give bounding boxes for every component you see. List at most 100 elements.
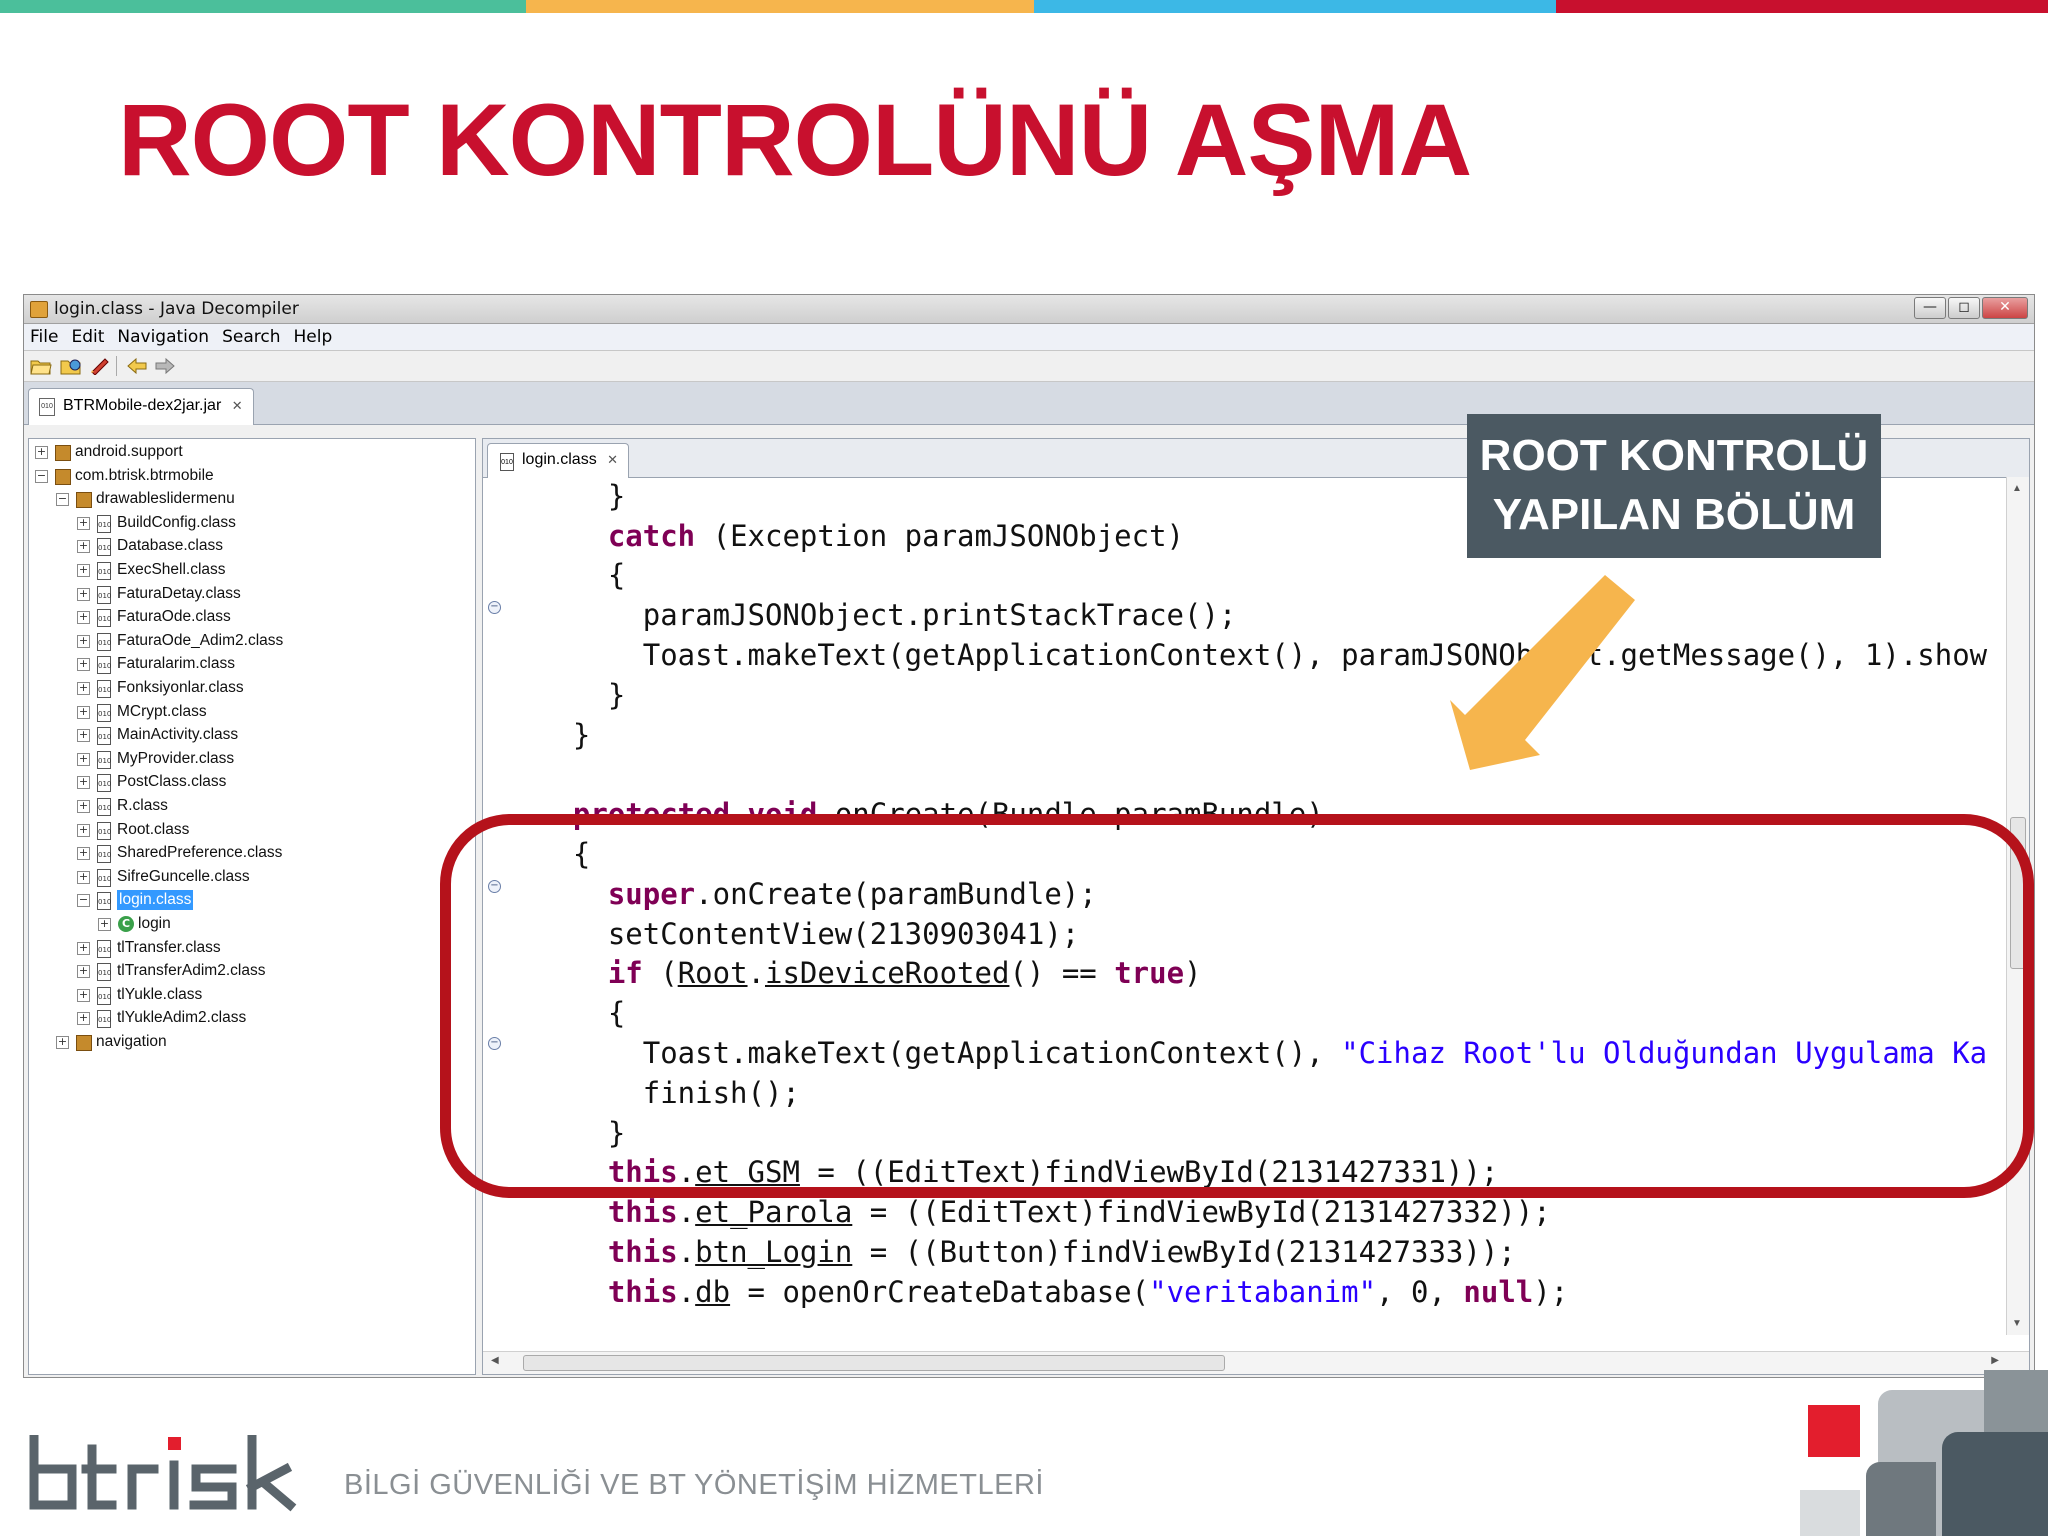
tree-item[interactable]: +010 SharedPreference.class <box>77 843 469 864</box>
back-arrow-icon[interactable] <box>126 357 148 375</box>
deco-square-red <box>1808 1405 1860 1457</box>
expand-icon[interactable]: + <box>98 918 111 931</box>
archive-tab-close-icon[interactable]: ✕ <box>232 398 243 413</box>
tree-item[interactable]: −010 login.class <box>77 890 469 911</box>
expand-icon[interactable]: + <box>77 587 90 601</box>
menu-file[interactable]: File <box>24 324 65 350</box>
fold-marker-icon[interactable]: − <box>488 601 501 614</box>
tree-item-label: PostClass.class <box>117 773 227 791</box>
window-titlebar: login.class - Java Decompiler — ◻ ✕ <box>24 295 2034 324</box>
tree-item[interactable]: +010 tlYukleAdim2.class <box>77 1008 469 1029</box>
tree-item[interactable]: + navigation <box>56 1032 469 1052</box>
archive-tab[interactable]: 010 BTRMobile-dex2jar.jar ✕ <box>28 388 254 425</box>
callout-line-2: YAPILAN BÖLÜM <box>1492 490 1856 539</box>
expand-icon[interactable]: + <box>77 823 90 837</box>
package-tree[interactable]: + android.support − com.btrisk.btrmobile − dr… <box>28 438 476 1375</box>
expand-icon[interactable]: + <box>77 516 90 530</box>
expand-icon[interactable]: + <box>77 800 90 813</box>
expand-icon[interactable]: + <box>77 682 90 695</box>
expand-icon[interactable]: + <box>77 705 90 719</box>
tree-item[interactable]: +010 MainActivity.class <box>77 725 469 746</box>
class-file-icon: 010 <box>97 821 111 840</box>
minimize-button[interactable]: — <box>1914 297 1946 319</box>
expand-icon[interactable]: + <box>77 729 90 743</box>
rocket-icon[interactable] <box>88 357 110 375</box>
forward-arrow-icon[interactable] <box>154 357 176 375</box>
tree-item[interactable]: +010 MCrypt.class <box>77 702 469 722</box>
close-button[interactable]: ✕ <box>1982 297 2028 319</box>
maximize-button[interactable]: ◻ <box>1948 297 1980 319</box>
editor-tab-login-class[interactable]: 010 login.class ✕ <box>487 443 630 478</box>
tree-item[interactable]: +010 tlTransferAdim2.class <box>77 961 469 982</box>
menu-help[interactable]: Help <box>287 324 339 350</box>
scroll-down-icon[interactable]: ▼ <box>2012 1318 2022 1329</box>
class-file-icon: 010 <box>97 892 111 911</box>
expand-icon[interactable]: + <box>77 634 90 648</box>
open-type-icon[interactable] <box>60 357 82 375</box>
expand-icon[interactable]: + <box>77 870 90 884</box>
menu-navigation[interactable]: Navigation <box>111 324 216 350</box>
deco-square-pale <box>1800 1490 1860 1536</box>
collapse-icon[interactable]: − <box>35 469 48 483</box>
stripe-green <box>0 0 526 13</box>
code-line: paramJSONObject.printStackTrace(); <box>538 596 1237 634</box>
class-file-icon: 010 <box>97 656 111 675</box>
code-line: this.btn_Login = ((Button)findViewById(2… <box>538 1233 1516 1271</box>
tree-item[interactable]: +010 tlYukle.class <box>77 985 469 1005</box>
collapse-icon[interactable]: − <box>77 894 90 908</box>
tree-item[interactable]: +010 Database.class <box>77 536 469 557</box>
tree-item[interactable]: + Clogin <box>98 914 469 934</box>
code-token: null <box>1463 1274 1534 1309</box>
code-token: "veritabanim" <box>1149 1274 1377 1309</box>
code-line: } <box>538 676 625 714</box>
tree-item[interactable]: +010 FaturaOde.class <box>77 607 469 628</box>
horizontal-scrollbar[interactable]: ◀ ▶ <box>483 1351 2029 1374</box>
scroll-up-icon[interactable]: ▲ <box>2012 483 2022 494</box>
tree-item[interactable]: +010 PostClass.class <box>77 772 469 793</box>
code-line: Toast.makeText(getApplicationContext(), … <box>538 636 1987 674</box>
menu-edit[interactable]: Edit <box>65 324 111 350</box>
expand-icon[interactable]: + <box>77 847 90 861</box>
tree-item[interactable]: +010 BuildConfig.class <box>77 513 469 533</box>
horizontal-scroll-thumb[interactable] <box>523 1355 1225 1371</box>
open-file-icon[interactable] <box>30 357 52 375</box>
expand-icon[interactable]: + <box>77 564 90 577</box>
tree-item[interactable]: +010 FaturaOde_Adim2.class <box>77 631 469 651</box>
code-line: catch (Exception paramJSONObject) <box>538 517 1184 555</box>
tree-item[interactable]: +010 tlTransfer.class <box>77 938 469 958</box>
tree-item-label: Faturalarim.class <box>117 655 235 673</box>
expand-icon[interactable]: + <box>77 776 90 790</box>
scroll-right-icon[interactable]: ▶ <box>1991 1355 1999 1366</box>
tree-item[interactable]: +010 ExecShell.class <box>77 560 469 580</box>
code-line: this.et_Parola = ((EditText)findViewById… <box>538 1193 1551 1231</box>
tree-item[interactable]: +010 MyProvider.class <box>77 749 469 769</box>
expand-icon[interactable]: + <box>77 658 90 672</box>
tree-item[interactable]: +010 R.class <box>77 796 469 816</box>
expand-icon[interactable]: + <box>77 988 90 1002</box>
expand-icon[interactable]: + <box>35 446 48 459</box>
package-icon <box>76 1035 92 1051</box>
expand-icon[interactable]: + <box>77 1012 90 1026</box>
menu-search[interactable]: Search <box>216 324 287 350</box>
tree-item[interactable]: +010 Faturalarim.class <box>77 654 469 675</box>
scroll-left-icon[interactable]: ◀ <box>491 1355 499 1366</box>
code-token: } <box>538 677 626 712</box>
tree-item[interactable]: +010 FaturaDetay.class <box>77 584 469 604</box>
footer-tagline: BİLGİ GÜVENLİĞİ VE BT YÖNETİŞİM HİZMETLE… <box>344 1469 1044 1501</box>
tree-item[interactable]: − drawableslidermenu <box>56 489 469 509</box>
tree-item[interactable]: +010 SifreGuncelle.class <box>77 867 469 887</box>
expand-icon[interactable]: + <box>77 752 90 766</box>
collapse-icon[interactable]: − <box>56 493 69 507</box>
expand-icon[interactable]: + <box>56 1036 69 1049</box>
expand-icon[interactable]: + <box>77 611 90 625</box>
tree-item[interactable]: +010 Fonksiyonlar.class <box>77 678 469 698</box>
tree-item[interactable]: + android.support <box>35 442 469 462</box>
expand-icon[interactable]: + <box>77 941 90 955</box>
editor-tab-close-icon[interactable]: ✕ <box>607 452 618 467</box>
tree-item-label: login.class <box>117 890 194 911</box>
tree-item[interactable]: +010 Root.class <box>77 820 469 840</box>
expand-icon[interactable]: + <box>77 965 90 979</box>
expand-icon[interactable]: + <box>77 540 90 554</box>
tree-item[interactable]: − com.btrisk.btrmobile <box>35 466 469 486</box>
